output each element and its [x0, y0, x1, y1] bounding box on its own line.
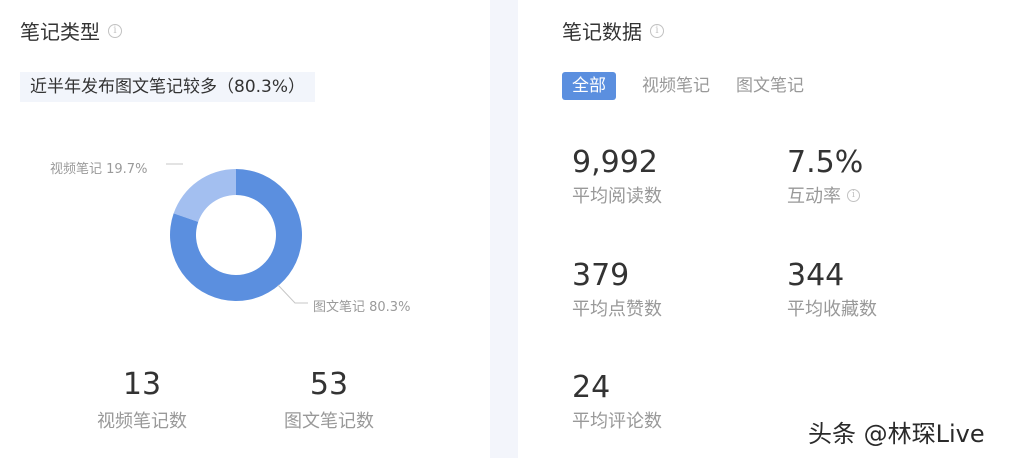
- donut-label-video: 视频笔记 19.7%: [50, 162, 148, 177]
- metric-avg-likes-label-text: 平均点赞数: [572, 299, 662, 320]
- note-type-summary: 近半年发布图文笔记较多（80.3%）: [20, 72, 316, 102]
- image-note-count-value: 53: [309, 367, 349, 402]
- metric-avg-comments: 24 平均评论数: [572, 371, 662, 433]
- metric-engagement-rate-value: 7.5%: [787, 145, 864, 180]
- tab-all[interactable]: 全部: [562, 72, 616, 100]
- note-type-title: 笔记类型 i: [20, 16, 122, 45]
- metric-engagement-rate: 7.5% 互动率 i: [787, 146, 863, 208]
- image-note-count: 53 图文笔记数: [259, 367, 399, 433]
- leader-line-image: [277, 284, 308, 304]
- video-note-count-value: 13: [122, 367, 162, 402]
- metric-avg-favorites-label-text: 平均收藏数: [787, 299, 877, 320]
- metric-avg-likes-label: 平均点赞数: [572, 295, 662, 321]
- metric-avg-comments-label: 平均评论数: [572, 407, 662, 433]
- tab-video-notes[interactable]: 视频笔记: [642, 72, 710, 100]
- metric-avg-likes: 379 平均点赞数: [572, 259, 662, 321]
- metric-avg-favorites-label: 平均收藏数: [787, 295, 877, 321]
- info-icon[interactable]: i: [650, 23, 664, 38]
- note-data-title-text: 笔记数据: [562, 20, 642, 44]
- metric-engagement-rate-label-text: 互动率: [787, 186, 841, 207]
- metric-avg-favorites: 344 平均收藏数: [787, 259, 877, 321]
- image-note-count-label: 图文笔记数: [284, 411, 374, 432]
- metric-engagement-rate-label: 互动率 i: [787, 182, 863, 208]
- note-type-donut-chart: [166, 163, 308, 304]
- metric-avg-reads-value: 9,992: [572, 145, 658, 180]
- info-icon[interactable]: i: [847, 188, 860, 202]
- metric-avg-reads: 9,992 平均阅读数: [572, 146, 662, 208]
- tab-image-notes[interactable]: 图文笔记: [736, 72, 804, 100]
- watermark: 头条 @林琛Live: [808, 420, 985, 448]
- metric-avg-reads-label: 平均阅读数: [572, 182, 662, 208]
- info-icon[interactable]: i: [108, 23, 122, 38]
- note-data-title: 笔记数据 i: [562, 16, 664, 45]
- video-note-count: 13 视频笔记数: [72, 367, 212, 433]
- metric-avg-comments-value: 24: [572, 370, 611, 405]
- donut-slice-video[interactable]: [173, 169, 236, 222]
- panel-divider: [490, 0, 518, 458]
- note-data-tabs: 全部 视频笔记 图文笔记: [562, 72, 830, 100]
- note-type-title-text: 笔记类型: [20, 20, 100, 44]
- donut-label-image: 图文笔记 80.3%: [313, 300, 411, 315]
- metric-avg-comments-label-text: 平均评论数: [572, 411, 662, 432]
- video-note-count-label: 视频笔记数: [97, 411, 187, 432]
- metric-avg-favorites-value: 344: [787, 258, 845, 293]
- metric-avg-reads-label-text: 平均阅读数: [572, 186, 662, 207]
- metric-avg-likes-value: 379: [572, 258, 630, 293]
